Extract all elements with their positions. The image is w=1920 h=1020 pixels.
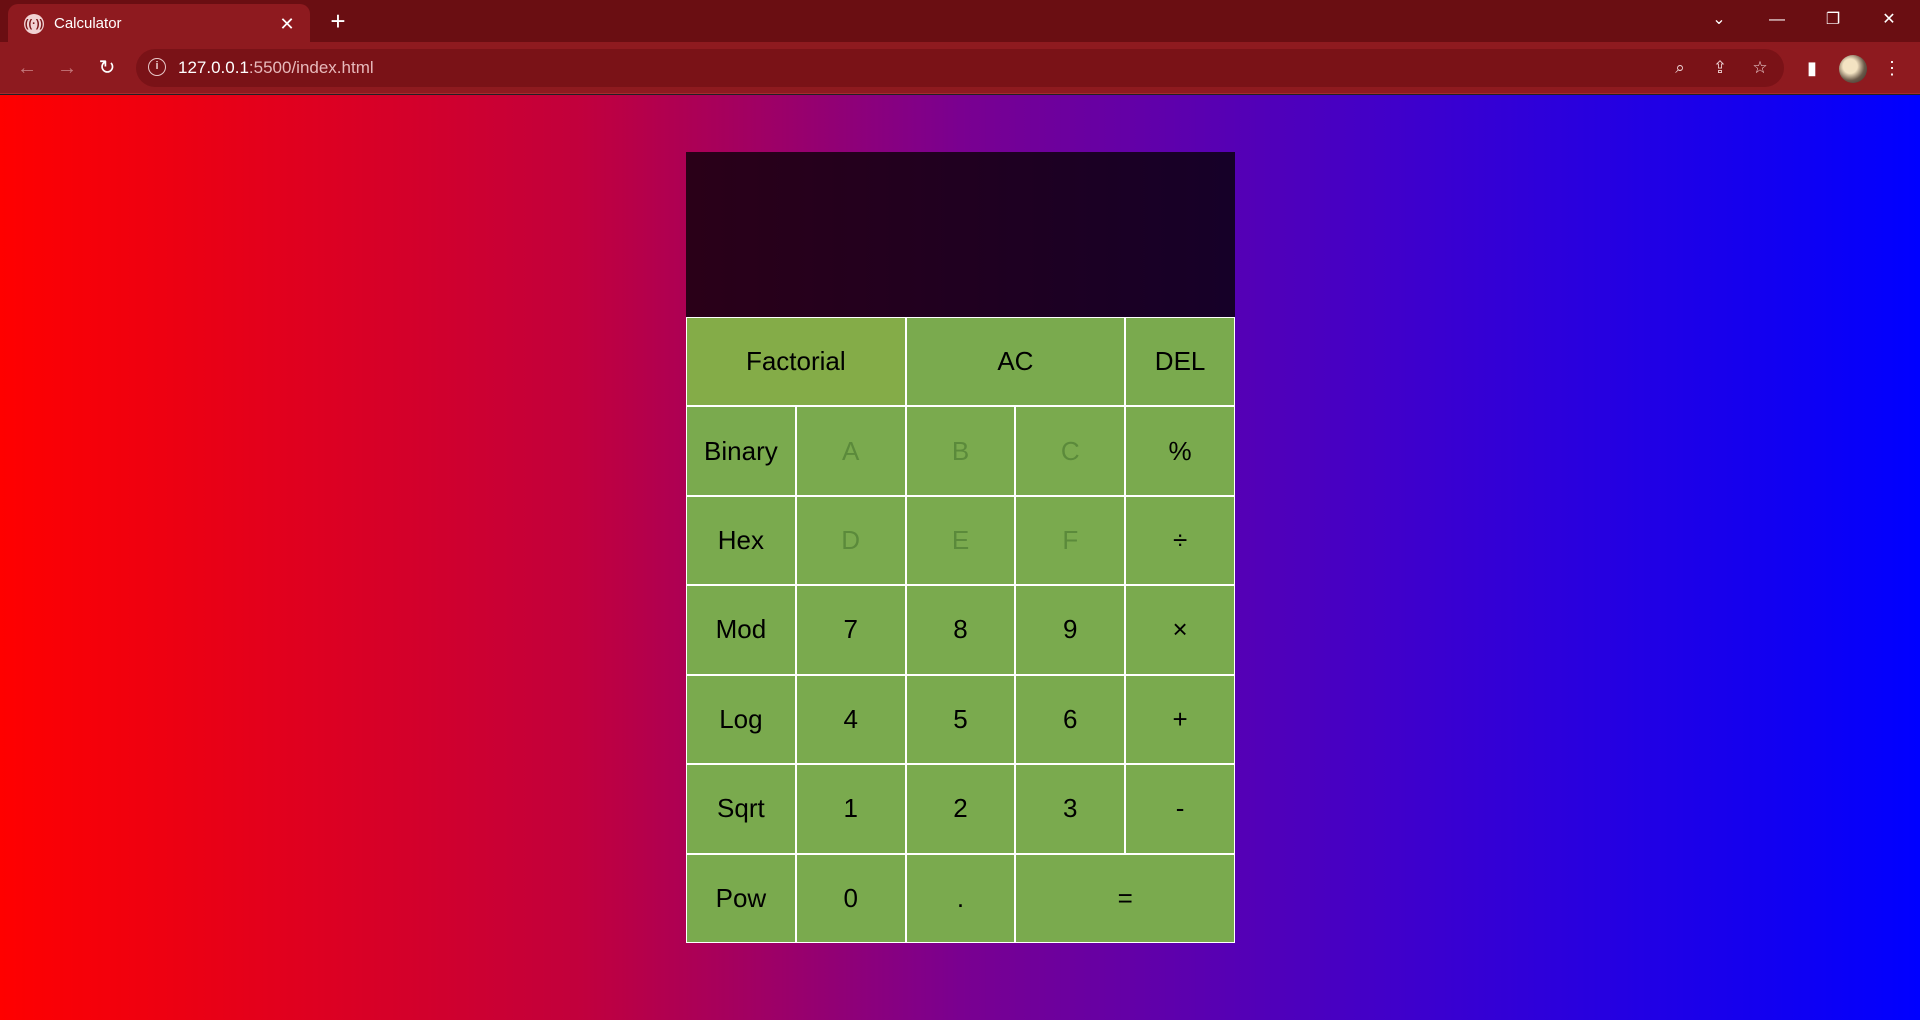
window-close-icon[interactable]: ✕ (1866, 4, 1912, 36)
hex-digit-f-button[interactable]: F (1015, 495, 1126, 586)
hex-digit-e-button[interactable]: E (905, 495, 1016, 586)
broadcast-icon: ((·)) (24, 14, 44, 34)
share-icon[interactable]: ⇪ (1708, 57, 1732, 79)
menu-kebab-icon[interactable]: ⋮ (1879, 55, 1905, 81)
add-button[interactable]: + (1125, 674, 1235, 765)
minimize-icon[interactable]: — (1754, 4, 1800, 36)
factorial-button[interactable]: Factorial (686, 317, 906, 407)
hex-button[interactable]: Hex (686, 495, 796, 586)
decimal-point-button[interactable]: . (905, 853, 1016, 943)
calculator-keypad: Factorial AC DEL Binary A B C % Hex D E … (686, 317, 1235, 943)
url-text[interactable]: 127.0.0.1:5500/index.html (178, 58, 374, 78)
hex-digit-b-button[interactable]: B (905, 406, 1016, 496)
pow-button[interactable]: Pow (686, 853, 796, 943)
delete-button[interactable]: DEL (1125, 317, 1235, 407)
divide-button[interactable]: ÷ (1125, 495, 1235, 586)
equals-button[interactable]: = (1015, 853, 1235, 943)
digit-8-button[interactable]: 8 (905, 585, 1016, 675)
mod-button[interactable]: Mod (686, 585, 796, 675)
back-arrow-icon[interactable]: ← (12, 54, 42, 82)
browser-tab-bar: ((·)) Calculator ✕ + ⌄ — ❐ ✕ (0, 0, 1920, 42)
digit-4-button[interactable]: 4 (795, 674, 906, 765)
digit-7-button[interactable]: 7 (795, 585, 906, 675)
hex-digit-a-button[interactable]: A (795, 406, 906, 496)
restore-icon[interactable]: ❐ (1810, 4, 1856, 36)
digit-3-button[interactable]: 3 (1015, 764, 1126, 854)
digit-1-button[interactable]: 1 (795, 764, 906, 854)
side-panel-icon[interactable]: ▮ (1799, 55, 1825, 81)
url-path: :5500/index.html (248, 58, 374, 77)
previous-operand (706, 172, 1215, 202)
current-operand (706, 202, 1215, 252)
subtract-button[interactable]: - (1125, 764, 1235, 854)
page-viewport: Factorial AC DEL Binary A B C % Hex D E … (0, 95, 1920, 1020)
calculator-display (686, 152, 1235, 317)
digit-2-button[interactable]: 2 (905, 764, 1016, 854)
log-button[interactable]: Log (686, 674, 796, 765)
multiply-button[interactable]: × (1125, 585, 1235, 675)
tab-title: Calculator (54, 15, 122, 32)
all-clear-button[interactable]: AC (905, 317, 1126, 407)
site-info-icon[interactable]: i (148, 58, 166, 76)
profile-avatar[interactable] (1839, 55, 1867, 83)
digit-5-button[interactable]: 5 (905, 674, 1016, 765)
calculator: Factorial AC DEL Binary A B C % Hex D E … (686, 152, 1235, 943)
binary-button[interactable]: Binary (686, 406, 796, 496)
zoom-icon[interactable]: ⌕ (1668, 57, 1692, 79)
address-bar[interactable]: i 127.0.0.1:5500/index.html ⌕ ⇪ ☆ (136, 49, 1784, 87)
digit-9-button[interactable]: 9 (1015, 585, 1126, 675)
tab-close-icon[interactable]: ✕ (276, 13, 298, 35)
new-tab-button[interactable]: + (324, 8, 352, 36)
percent-button[interactable]: % (1125, 406, 1235, 496)
browser-tab-calculator[interactable]: ((·)) Calculator ✕ (8, 4, 310, 42)
bookmark-star-icon[interactable]: ☆ (1748, 57, 1772, 79)
digit-0-button[interactable]: 0 (795, 853, 906, 943)
sqrt-button[interactable]: Sqrt (686, 764, 796, 854)
reload-icon[interactable]: ↻ (92, 54, 122, 82)
hex-digit-c-button[interactable]: C (1015, 406, 1126, 496)
hex-digit-d-button[interactable]: D (795, 495, 906, 586)
url-host: 127.0.0.1 (178, 58, 249, 77)
forward-arrow-icon[interactable]: → (52, 54, 82, 82)
digit-6-button[interactable]: 6 (1015, 674, 1126, 765)
browser-toolbar: ← → ↻ i 127.0.0.1:5500/index.html ⌕ ⇪ ☆ … (0, 42, 1920, 94)
tab-search-icon[interactable]: ⌄ (1696, 4, 1742, 36)
